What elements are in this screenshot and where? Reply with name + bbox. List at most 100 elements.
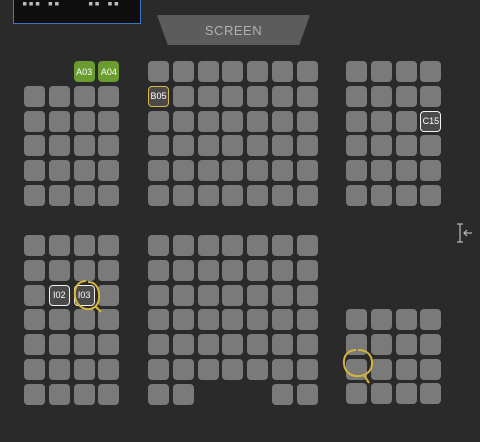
- seat[interactable]: [197, 160, 219, 182]
- seat-minimap[interactable]: ▪▪▪ ▪▪ ▪▪ ▪▪: [13, 0, 141, 24]
- seat[interactable]: [272, 160, 293, 182]
- seat[interactable]: [172, 383, 194, 405]
- seat[interactable]: [395, 358, 417, 380]
- seat[interactable]: [148, 359, 169, 380]
- seat[interactable]: [197, 334, 219, 356]
- seat[interactable]: [73, 334, 95, 356]
- seat[interactable]: [395, 185, 417, 206]
- seat[interactable]: [296, 284, 318, 306]
- seat[interactable]: [222, 259, 244, 281]
- seat[interactable]: [346, 110, 367, 132]
- seat-c15[interactable]: C15: [420, 110, 442, 132]
- seat[interactable]: [24, 334, 45, 356]
- seat[interactable]: [24, 259, 45, 281]
- seat[interactable]: [296, 259, 318, 281]
- seat[interactable]: [197, 135, 219, 157]
- seat-a04[interactable]: A04: [98, 61, 120, 82]
- seat-b05[interactable]: B05: [148, 85, 169, 107]
- seat[interactable]: [222, 135, 244, 157]
- seat[interactable]: [197, 359, 219, 380]
- seat[interactable]: [272, 185, 293, 206]
- seat[interactable]: [48, 85, 70, 107]
- seat[interactable]: [172, 235, 194, 256]
- seat[interactable]: [247, 259, 269, 281]
- seat[interactable]: [73, 85, 95, 107]
- seat[interactable]: [272, 259, 293, 281]
- seat[interactable]: [197, 259, 219, 281]
- seat[interactable]: [73, 235, 95, 256]
- seat[interactable]: [48, 383, 70, 405]
- seat[interactable]: [197, 85, 219, 107]
- seat[interactable]: [197, 61, 219, 82]
- seat[interactable]: [272, 359, 293, 380]
- seat[interactable]: [73, 185, 95, 206]
- seat[interactable]: [272, 383, 293, 405]
- seat[interactable]: [296, 235, 318, 256]
- seat[interactable]: [48, 110, 70, 132]
- seat[interactable]: [148, 185, 169, 206]
- seat[interactable]: [148, 334, 169, 356]
- seat[interactable]: [197, 284, 219, 306]
- seat[interactable]: [24, 185, 45, 206]
- seat[interactable]: [197, 235, 219, 256]
- seat[interactable]: [48, 359, 70, 380]
- seat[interactable]: [48, 334, 70, 356]
- seat[interactable]: [222, 110, 244, 132]
- seat[interactable]: [272, 334, 293, 356]
- seat[interactable]: [172, 160, 194, 182]
- seat[interactable]: [24, 235, 45, 256]
- seat[interactable]: [247, 135, 269, 157]
- seat[interactable]: [420, 185, 442, 206]
- seat[interactable]: [172, 135, 194, 157]
- seat[interactable]: [148, 383, 169, 405]
- seat[interactable]: [197, 309, 219, 331]
- seat[interactable]: [395, 85, 417, 107]
- seat[interactable]: [73, 110, 95, 132]
- seat[interactable]: [272, 284, 293, 306]
- seat[interactable]: [296, 110, 318, 132]
- seat[interactable]: [48, 235, 70, 256]
- seat[interactable]: [24, 309, 45, 331]
- seat[interactable]: [48, 135, 70, 157]
- seat[interactable]: [172, 110, 194, 132]
- seat[interactable]: [24, 359, 45, 380]
- seat[interactable]: [272, 235, 293, 256]
- seat[interactable]: [48, 160, 70, 182]
- seat[interactable]: [148, 235, 169, 256]
- seat[interactable]: [24, 160, 45, 182]
- seat[interactable]: [346, 185, 367, 206]
- seat[interactable]: [420, 135, 442, 157]
- seat[interactable]: [73, 160, 95, 182]
- seat[interactable]: [172, 284, 194, 306]
- seat[interactable]: [272, 309, 293, 331]
- seat[interactable]: [420, 383, 442, 405]
- seat[interactable]: [420, 160, 442, 182]
- seat[interactable]: [420, 333, 442, 355]
- seat[interactable]: [172, 85, 194, 107]
- seat[interactable]: [370, 110, 392, 132]
- seat[interactable]: [346, 85, 367, 107]
- seat[interactable]: [172, 259, 194, 281]
- seat[interactable]: [247, 334, 269, 356]
- seat[interactable]: [98, 160, 120, 182]
- seat[interactable]: [346, 160, 367, 182]
- seat[interactable]: [73, 359, 95, 380]
- seat[interactable]: [370, 135, 392, 157]
- seat[interactable]: [272, 85, 293, 107]
- seat[interactable]: [420, 358, 442, 380]
- seat[interactable]: [148, 284, 169, 306]
- seat-i02[interactable]: I02: [48, 284, 70, 306]
- seat[interactable]: [420, 85, 442, 107]
- seat[interactable]: [148, 160, 169, 182]
- seat[interactable]: [98, 383, 120, 405]
- seat[interactable]: [247, 85, 269, 107]
- seat[interactable]: [296, 160, 318, 182]
- seat[interactable]: [98, 235, 120, 256]
- seat[interactable]: [247, 359, 269, 380]
- seat[interactable]: [370, 61, 392, 82]
- seat[interactable]: [272, 135, 293, 157]
- seat[interactable]: [395, 110, 417, 132]
- seat[interactable]: [73, 135, 95, 157]
- seat[interactable]: [172, 185, 194, 206]
- seat[interactable]: [48, 309, 70, 331]
